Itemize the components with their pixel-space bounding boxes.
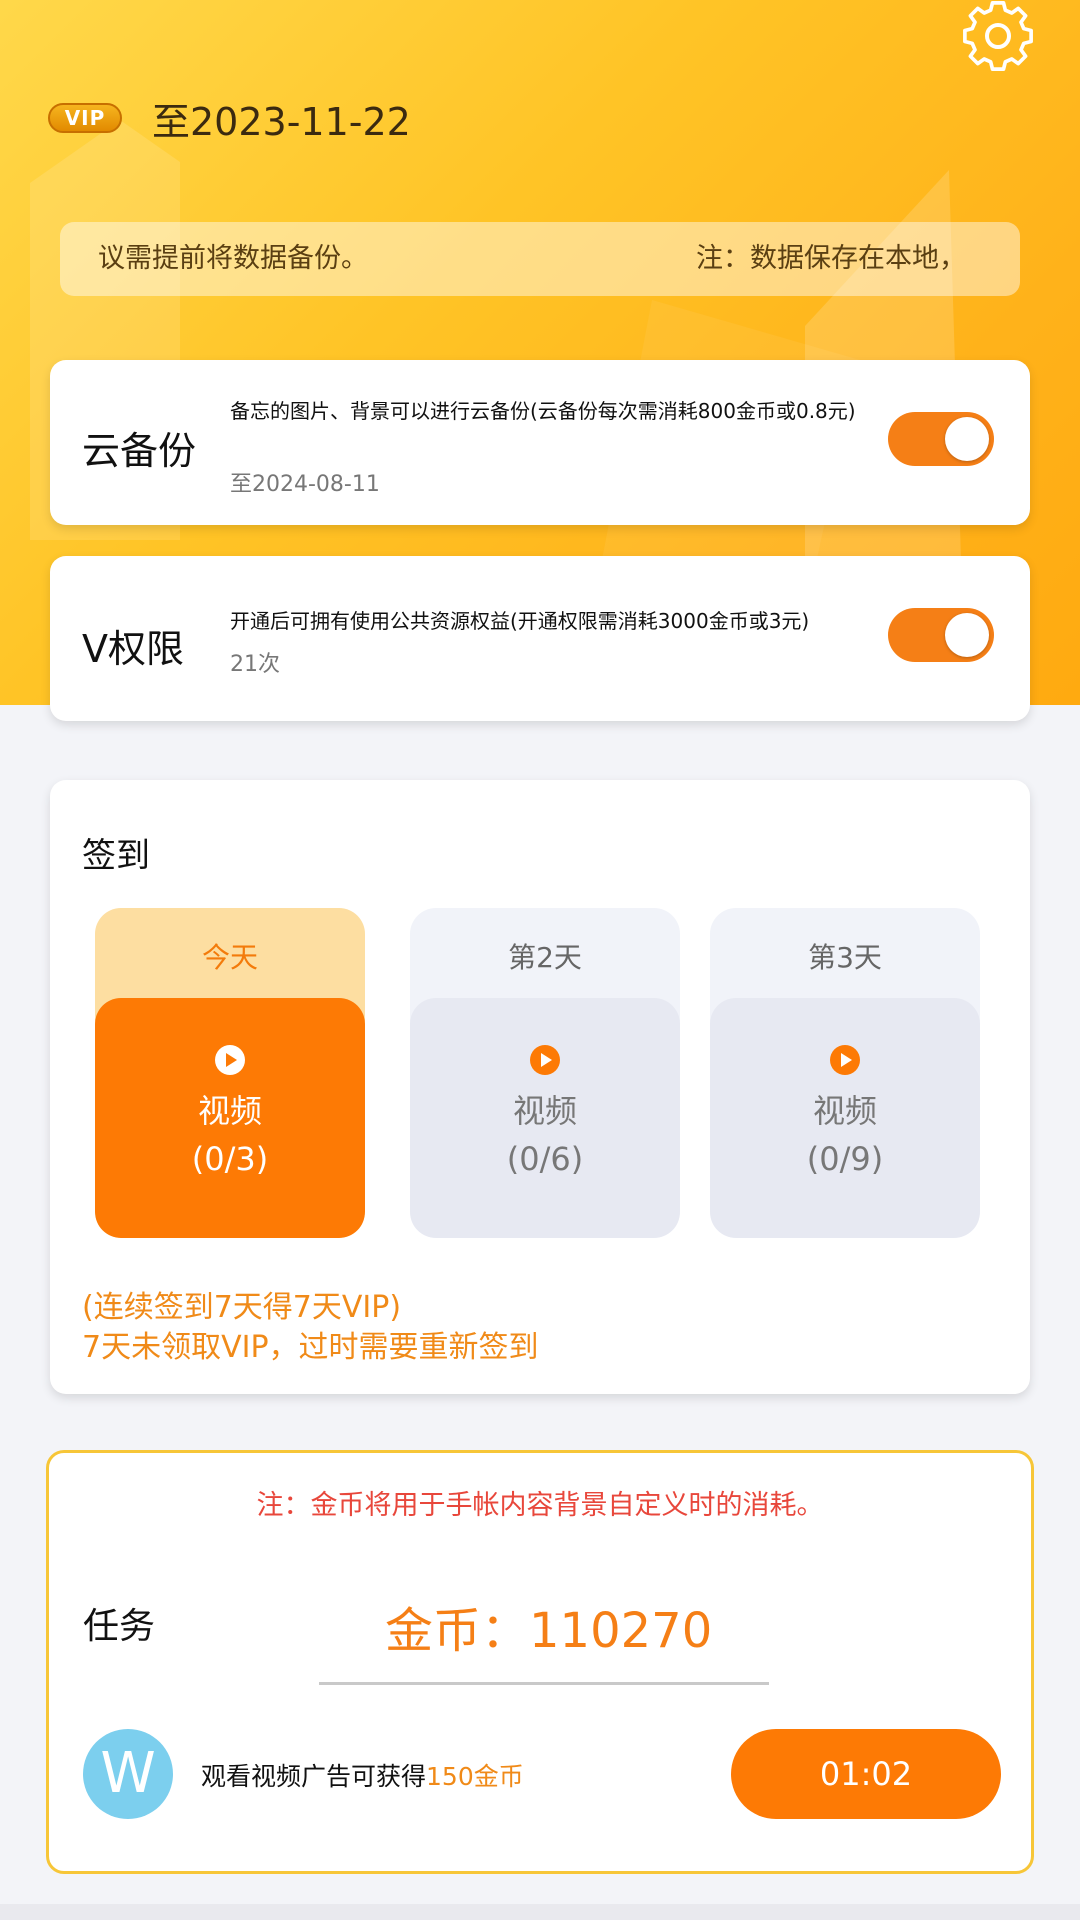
day-action-label: 视频 (812, 1092, 877, 1130)
vip-expiry-date: 至2023-11-22 (152, 99, 411, 144)
task-title: 任务 (83, 1606, 156, 1647)
coin-balance: 金币：110270 (385, 1603, 713, 1659)
v-permission-toggle[interactable] (888, 608, 994, 662)
task-avatar: W (83, 1729, 173, 1819)
play-icon (830, 1045, 860, 1075)
task-description: 观看视频广告可获得150金币 (201, 1757, 524, 1793)
vip-status: VIP 至2023-11-22 (48, 96, 411, 144)
day-action-panel: 视频 (0/6) (410, 998, 680, 1238)
notice-text-right: 注：数据保存在本地， (696, 243, 966, 274)
day-action-panel: 视频 (0/9) (710, 998, 980, 1238)
signin-title: 签到 (82, 836, 150, 876)
signin-expiry-note: 7天未领取VIP，过时需要重新签到 (82, 1330, 539, 1365)
gear-icon[interactable] (958, 0, 1038, 76)
task-text-prefix: 观看视频广告可获得 (201, 1762, 427, 1791)
feature-title: 云备份 (82, 429, 197, 473)
signin-day-2[interactable]: 第2天 视频 (0/6) (410, 908, 680, 1238)
vip-badge: VIP (48, 103, 122, 133)
feature-expiry: 至2024-08-11 (230, 472, 380, 497)
watch-video-timer-button[interactable]: 01:02 (731, 1729, 1001, 1819)
cloud-backup-toggle[interactable] (888, 412, 994, 466)
signin-day-1[interactable]: 今天 视频 (0/3) (95, 908, 365, 1238)
coin-usage-warning: 注：金币将用于手帐内容背景自定义时的消耗。 (256, 1490, 824, 1521)
day-progress: (0/3) (191, 1140, 269, 1178)
bottom-edge (0, 1904, 1080, 1920)
cloud-backup-card: 云备份 备忘的图片、背景可以进行云备份(云备份每次需消耗800金币或0.8元) … (50, 360, 1030, 525)
feature-title: V权限 (82, 627, 184, 671)
day-action-panel: 视频 (0/3) (95, 998, 365, 1238)
day-action-label: 视频 (512, 1092, 577, 1130)
day-progress: (0/9) (806, 1140, 884, 1178)
divider (319, 1682, 769, 1685)
task-card: 注：金币将用于手帐内容背景自定义时的消耗。 任务 金币：110270 W 观看视… (46, 1450, 1034, 1874)
play-icon (530, 1045, 560, 1075)
feature-description: 备忘的图片、背景可以进行云备份(云备份每次需消耗800金币或0.8元) (230, 399, 856, 423)
day-label: 今天 (201, 941, 258, 974)
day-label: 第3天 (808, 941, 882, 974)
notice-marquee: 议需提前将数据备份。 注：数据保存在本地， (60, 222, 1020, 296)
signin-day-3[interactable]: 第3天 视频 (0/9) (710, 908, 980, 1238)
day-label: 第2天 (508, 941, 582, 974)
feature-description: 开通后可拥有使用公共资源权益(开通权限需消耗3000金币或3元) (230, 609, 810, 633)
day-progress: (0/6) (506, 1140, 584, 1178)
task-reward: 150金币 (426, 1762, 524, 1791)
signin-card: 签到 今天 视频 (0/3) 第2天 视频 (0/6) 第3天 视频 (0/9)… (50, 780, 1030, 1394)
v-permission-card: V权限 开通后可拥有使用公共资源权益(开通权限需消耗3000金币或3元) 21次 (50, 556, 1030, 721)
toggle-knob (945, 417, 989, 461)
notice-text-left: 议需提前将数据备份。 (98, 243, 368, 274)
feature-usage-count: 21次 (230, 652, 280, 677)
toggle-knob (945, 613, 989, 657)
day-action-label: 视频 (197, 1092, 262, 1130)
signin-reward-note: (连续签到7天得7天VIP) (82, 1290, 402, 1325)
play-icon (215, 1045, 245, 1075)
